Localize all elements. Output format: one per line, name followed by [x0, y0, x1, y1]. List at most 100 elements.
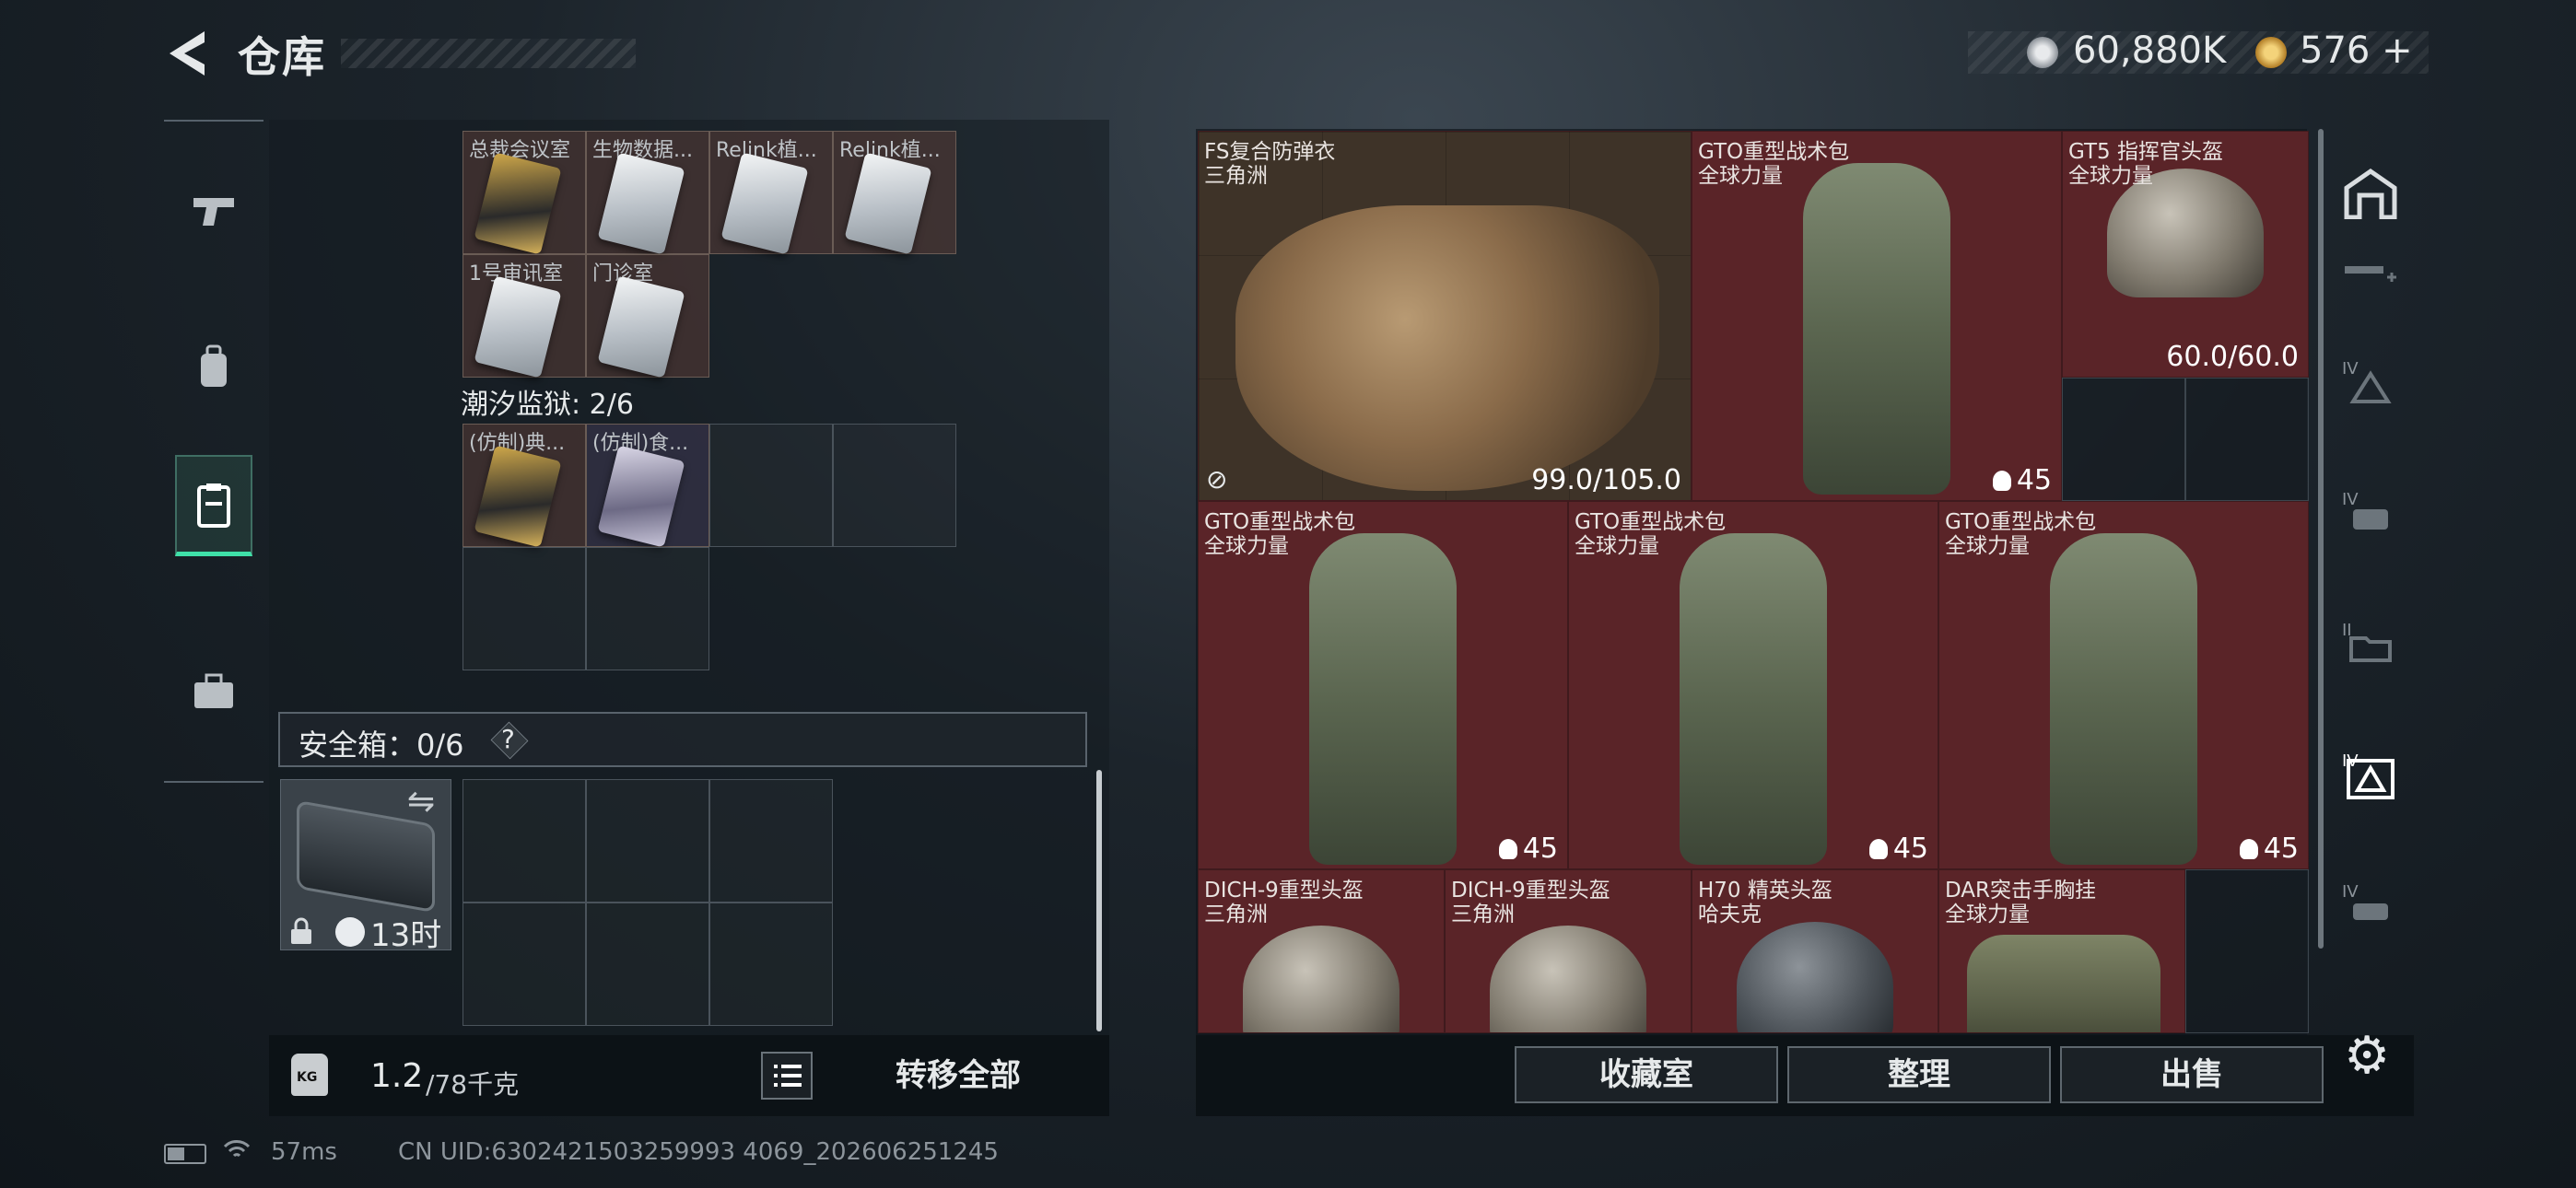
card-slot[interactable]: 总裁会议室 [463, 131, 586, 255]
backpack-icon [201, 344, 227, 387]
armor-vest-image [1235, 205, 1659, 491]
gold-amount[interactable]: 576 + [2300, 29, 2413, 72]
transfer-all-button[interactable]: 转移全部 [848, 1052, 1069, 1100]
safebox-timer: 13时 [370, 917, 442, 954]
title-decoration [341, 39, 636, 68]
keycard-image [720, 152, 809, 255]
item-durability: 99.0/105.0 [1531, 464, 1681, 496]
filter-helmet-active-tab[interactable]: IV [2340, 751, 2401, 807]
sort-button[interactable]: 整理 [1787, 1046, 2051, 1103]
swap-icon[interactable]: ⇋ [407, 783, 435, 821]
category-rail [164, 120, 263, 783]
tier-label: IV [2342, 751, 2359, 771]
tier-label: IV [2342, 490, 2359, 509]
card-name: Relink植... [839, 139, 941, 162]
item-capacity: 45 [1498, 833, 1558, 865]
safebox-slot[interactable] [709, 779, 833, 903]
empty-cell[interactable] [2062, 378, 2185, 501]
collection-room-button[interactable]: 收藏室 [1515, 1046, 1778, 1103]
tier-label: IV [2342, 882, 2359, 902]
list-view-button[interactable] [761, 1052, 813, 1100]
rail-tab-gear[interactable] [175, 317, 252, 418]
help-icon[interactable]: ? [501, 724, 515, 754]
weight-icon-label: KG [297, 1070, 318, 1085]
settings-gear-icon[interactable]: ⚙ [2344, 1026, 2390, 1086]
capacity-value: 45 [1892, 833, 1928, 865]
card-name: 门诊室 [592, 262, 654, 285]
card-slot[interactable]: Relink植... [833, 131, 956, 255]
empty-slot[interactable] [463, 547, 586, 670]
filter-helmet-tab[interactable]: IV [2340, 359, 2401, 414]
safebox-slot[interactable] [463, 779, 586, 903]
stash-item-rig[interactable]: DAR突击手胸挂 全球力量 [1938, 869, 2185, 1033]
stash-item-bag[interactable]: GTO重型战术包 全球力量 45 [1568, 501, 1938, 869]
battery-level [168, 1147, 184, 1160]
sell-button[interactable]: 出售 [2060, 1046, 2324, 1103]
card-name: Relink植... [716, 139, 817, 162]
rail-tab-storage[interactable] [175, 455, 252, 556]
filter-weapons-tab[interactable] [2340, 247, 2401, 302]
card-slot[interactable]: 1号审讯室 [463, 254, 586, 379]
add-currency-button[interactable]: + [2382, 29, 2413, 72]
card-slot[interactable]: 生物数据... [586, 131, 709, 255]
safebox-slot[interactable] [463, 903, 586, 1026]
stash-item-helmet[interactable]: H70 精英头盔 哈夫克 [1692, 869, 1938, 1033]
filter-misc-tab[interactable]: IV [2340, 882, 2401, 938]
chest-rig-image [1967, 935, 2160, 1032]
stash-item-helmet[interactable]: GT5 指挥官头盔 全球力量 60.0/60.0 [2062, 131, 2309, 378]
ping-display: 57ms [271, 1138, 337, 1166]
back-button[interactable] [164, 28, 210, 79]
card-slot[interactable]: Relink植... [709, 131, 833, 255]
user-id-display: CN UID:6302421503259993 4069_20260625124… [398, 1138, 999, 1166]
capacity-icon [1992, 471, 2011, 491]
item-capacity: 45 [1992, 464, 2052, 496]
stash-item-helmet[interactable]: DICH-9重型头盔 三角洲 [1198, 869, 1445, 1033]
filter-all-tab[interactable] [2340, 166, 2401, 221]
item-faction: 三角洲 [1204, 903, 1268, 926]
capacity-value: 45 [1522, 833, 1558, 865]
empty-cell[interactable] [2185, 378, 2309, 501]
rail-tab-weapons[interactable] [175, 160, 252, 262]
rail-tab-toolbox[interactable] [175, 641, 252, 742]
prison-card-slot[interactable]: (仿制)食... [586, 424, 709, 548]
clock-icon [335, 917, 365, 947]
stash-item-bag[interactable]: GTO重型战术包 全球力量 45 [1938, 501, 2309, 869]
clipboard-icon [197, 483, 230, 528]
safebox-slot[interactable] [586, 779, 709, 903]
keycard-image [844, 152, 932, 255]
item-faction: 全球力量 [1945, 903, 2030, 926]
card-name: (仿制)食... [592, 432, 689, 455]
silver-coin-icon [2027, 37, 2058, 68]
keycard-image [597, 152, 685, 255]
filter-armor-tab[interactable]: IV [2340, 490, 2401, 545]
wifi-icon [223, 1138, 251, 1167]
gold-coin-icon [2255, 37, 2287, 68]
prison-card-slot[interactable]: (仿制)典... [463, 424, 586, 548]
stash-item-vest[interactable]: FS复合防弹衣 三角洲 ⊘ 99.0/105.0 [1198, 131, 1692, 501]
stash-item-helmet[interactable]: DICH-9重型头盔 三角洲 [1445, 869, 1692, 1033]
left-scrollbar[interactable] [1096, 770, 1102, 1031]
filter-bag-tab[interactable]: II [2340, 621, 2401, 676]
warehouse-icon [2344, 168, 2397, 219]
card-name: 1号审讯室 [469, 262, 563, 285]
stash-item-bag[interactable]: GTO重型战术包 全球力量 45 [1198, 501, 1568, 869]
item-faction: 全球力量 [1945, 534, 2030, 558]
prison-section-label: 潮汐监狱: 2/6 [461, 389, 634, 421]
item-durability: 60.0/60.0 [2166, 341, 2299, 373]
item-faction: 全球力量 [2068, 164, 2153, 188]
weight-current: 1.2 [370, 1057, 424, 1095]
stash-item-bag[interactable]: GTO重型战术包 全球力量 45 [1692, 131, 2062, 501]
empty-slot[interactable] [709, 424, 833, 547]
empty-slot[interactable] [833, 424, 956, 547]
keycard-image [474, 152, 562, 255]
safebox-slot[interactable] [586, 903, 709, 1026]
list-icon [774, 1065, 802, 1087]
card-slot[interactable]: 门诊室 [586, 254, 709, 379]
stash-scrollbar[interactable] [2318, 129, 2324, 949]
item-faction: 全球力量 [1204, 534, 1289, 558]
keycard-image [474, 445, 562, 548]
empty-cell[interactable] [2185, 869, 2309, 1033]
safebox-slot[interactable] [709, 903, 833, 1026]
capacity-value: 45 [2263, 833, 2299, 865]
empty-slot[interactable] [586, 547, 709, 670]
